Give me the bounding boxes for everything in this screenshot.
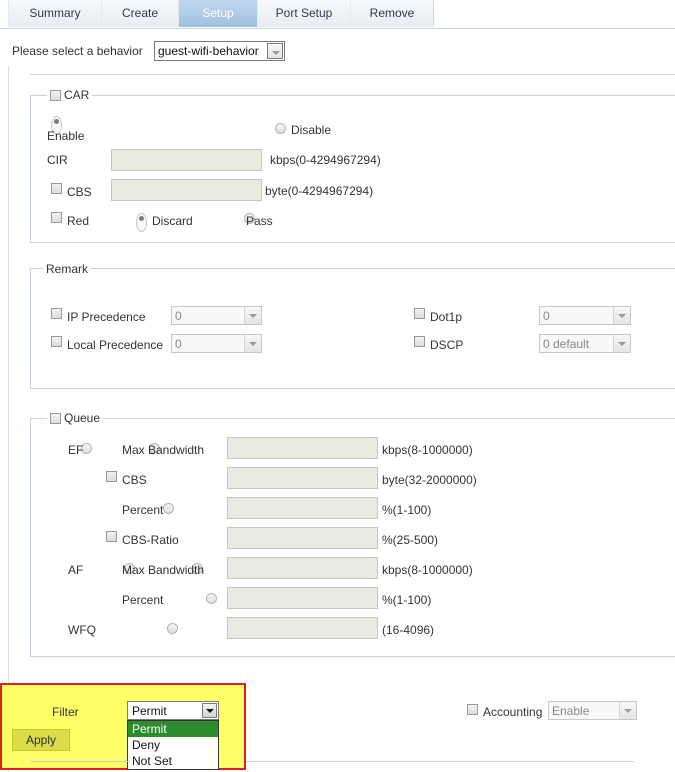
ef-cbs-ratio-input[interactable]: [227, 527, 378, 549]
tab-create[interactable]: Create: [101, 0, 179, 27]
chevron-down-icon[interactable]: [244, 335, 261, 352]
remark-fieldset: [30, 268, 675, 389]
discard-label: Discard: [152, 214, 193, 228]
discard-radio[interactable]: [136, 213, 147, 232]
remark-legend-label: Remark: [46, 262, 89, 276]
car-legend: CAR: [47, 88, 93, 102]
dscp-value: 0 default: [543, 337, 590, 351]
ip-precedence-label: IP Precedence: [67, 310, 146, 324]
af-max-bandwidth-unit: kbps(8-1000000): [382, 563, 473, 577]
local-precedence-value: 0: [175, 337, 182, 351]
filter-options-list: Permit Deny Not Set: [127, 720, 219, 770]
queue-checkbox[interactable]: [50, 412, 61, 424]
tab-setup[interactable]: Setup: [178, 0, 258, 27]
car-enable-label: Enable: [47, 129, 85, 143]
behavior-select[interactable]: guest-wifi-behavior: [154, 41, 285, 61]
accounting-label: Accounting: [483, 705, 543, 719]
behavior-value: guest-wifi-behavior: [158, 44, 259, 58]
bottom-divider-left: [30, 761, 130, 762]
section-divider: [30, 74, 675, 75]
af-percent-input[interactable]: [227, 587, 378, 609]
remark-legend: Remark: [43, 262, 92, 276]
af-percent-unit: %(1-100): [382, 593, 432, 607]
dot1p-checkbox[interactable]: [414, 308, 425, 319]
ef-percent-input[interactable]: [227, 497, 378, 519]
wfq-unit: (16-4096): [382, 623, 435, 637]
apply-button[interactable]: Apply: [12, 729, 70, 751]
car-legend-label: CAR: [64, 88, 90, 102]
queue-legend-label: Queue: [64, 411, 101, 425]
dot1p-value: 0: [543, 309, 550, 323]
chevron-down-icon[interactable]: [244, 307, 261, 324]
ef-cbs-unit: byte(32-2000000): [382, 473, 477, 487]
queue-legend: Queue: [47, 411, 104, 425]
ef-max-bandwidth-unit: kbps(8-1000000): [382, 443, 473, 457]
chevron-down-icon[interactable]: [619, 702, 636, 719]
ip-precedence-select[interactable]: 0: [171, 306, 262, 325]
tab-bar: Summary Create Setup Port Setup Remove: [0, 0, 675, 29]
tab-summary[interactable]: Summary: [8, 0, 102, 27]
car-checkbox[interactable]: [50, 89, 61, 101]
cbs-unit: byte(0-4294967294): [265, 184, 374, 198]
ef-max-bandwidth-input[interactable]: [227, 437, 378, 459]
accounting-select[interactable]: Enable: [548, 701, 637, 720]
ip-precedence-value: 0: [175, 309, 182, 323]
cbs-label: CBS: [67, 185, 92, 199]
tab-remove[interactable]: Remove: [350, 0, 434, 27]
dot1p-select[interactable]: 0: [539, 306, 631, 325]
local-precedence-select[interactable]: 0: [171, 334, 262, 353]
behavior-label: Please select a behavior: [12, 44, 143, 58]
red-label: Red: [67, 214, 90, 228]
accounting-value: Enable: [552, 704, 590, 718]
cir-label: CIR: [47, 153, 68, 167]
local-precedence-label: Local Precedence: [67, 338, 164, 352]
dscp-checkbox[interactable]: [414, 336, 425, 347]
chevron-down-icon[interactable]: [202, 703, 217, 718]
dscp-label: DSCP: [430, 338, 464, 352]
ef-cbs-ratio-checkbox[interactable]: [106, 531, 117, 542]
af-max-bandwidth-input[interactable]: [227, 557, 378, 579]
red-checkbox[interactable]: [51, 212, 62, 223]
ef-percent-unit: %(1-100): [382, 503, 432, 517]
filter-select[interactable]: Permit: [127, 701, 219, 720]
dscp-select[interactable]: 0 default: [539, 334, 631, 353]
tab-port-setup[interactable]: Port Setup: [257, 0, 351, 27]
ef-cbs-ratio-unit: %(25-500): [382, 533, 439, 547]
accounting-checkbox[interactable]: [467, 704, 478, 715]
filter-option-not-set[interactable]: Not Set: [128, 753, 218, 769]
ef-cbs-label: CBS: [122, 473, 147, 487]
ef-cbs-input[interactable]: [227, 467, 378, 489]
cir-unit: kbps(0-4294967294): [270, 153, 381, 167]
wfq-radio[interactable]: [166, 623, 178, 634]
cbs-checkbox[interactable]: [51, 183, 62, 194]
chevron-down-icon[interactable]: [267, 43, 283, 59]
car-disable-radio[interactable]: [275, 123, 286, 134]
local-precedence-checkbox[interactable]: [51, 336, 62, 347]
chevron-down-icon[interactable]: [613, 307, 630, 324]
filter-label: Filter: [52, 705, 79, 719]
chevron-down-icon[interactable]: [613, 335, 630, 352]
ef-cbs-checkbox[interactable]: [106, 471, 117, 482]
af-percent-label: Percent: [122, 593, 164, 607]
filter-option-permit[interactable]: Permit: [128, 721, 218, 737]
af-label: AF: [68, 563, 84, 577]
af-max-bandwidth-label: Max Bandwidth: [122, 563, 205, 577]
wfq-input[interactable]: [227, 617, 378, 639]
bottom-divider: [246, 761, 634, 762]
dot1p-label: Dot1p: [430, 310, 463, 324]
ef-max-bandwidth-label: Max Bandwidth: [122, 443, 205, 457]
cir-input[interactable]: [111, 149, 262, 171]
filter-option-deny[interactable]: Deny: [128, 737, 218, 753]
pass-label: Pass: [246, 214, 273, 228]
cbs-input[interactable]: [111, 179, 262, 201]
filter-value: Permit: [132, 704, 167, 718]
ip-precedence-checkbox[interactable]: [51, 308, 62, 319]
ef-label: EF: [68, 443, 84, 457]
left-divider: [8, 66, 9, 772]
ef-percent-label: Percent: [122, 503, 164, 517]
ef-cbs-ratio-label: CBS-Ratio: [122, 533, 179, 547]
car-disable-label: Disable: [291, 123, 332, 137]
wfq-label: WFQ: [68, 623, 96, 637]
